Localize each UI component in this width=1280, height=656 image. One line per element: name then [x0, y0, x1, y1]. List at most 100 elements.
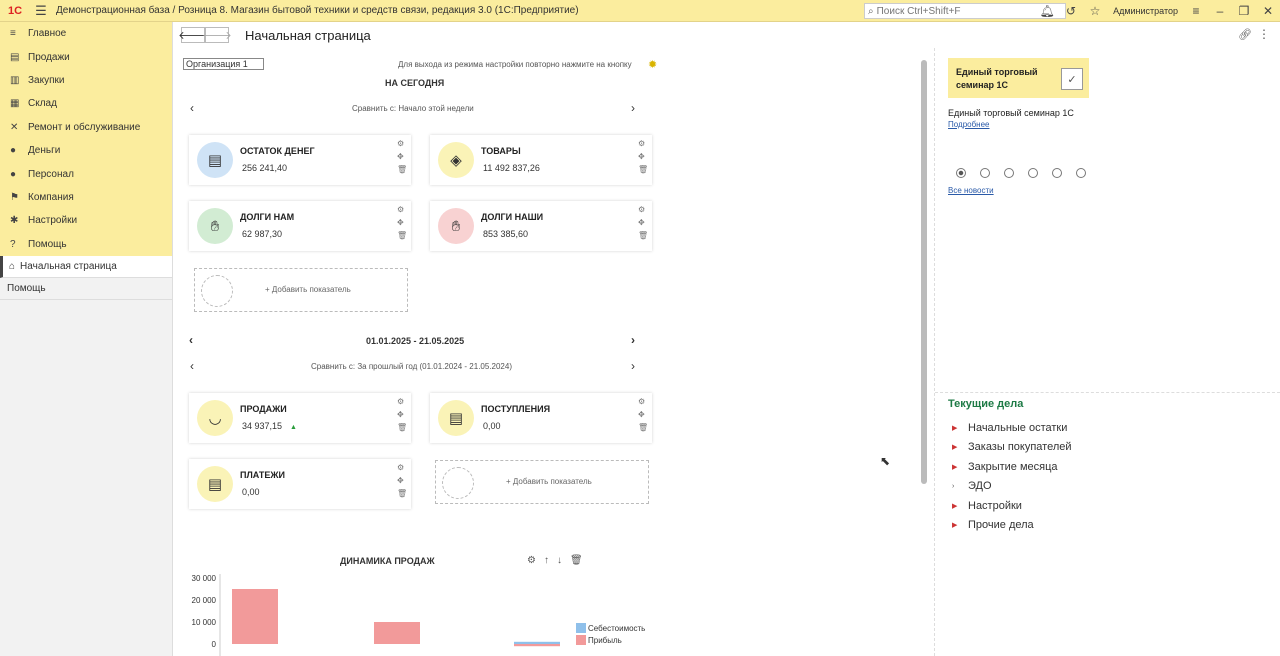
- move-icon[interactable]: ✥: [397, 152, 407, 161]
- legend-item-profit: Прибыль: [576, 634, 645, 646]
- next-compare-arrow[interactable]: ›: [631, 359, 635, 373]
- gear-icon[interactable]: ⚙: [397, 205, 407, 214]
- card-cash-balance[interactable]: ▤ ОСТАТОК ДЕНЕГ 256 241,40 ⚙ ✥ 🗑︎: [189, 135, 411, 185]
- page-header: 🡐 🡒 Начальная страница 🔗︎ ⋮: [174, 22, 1280, 48]
- open-window-help[interactable]: Помощь: [0, 278, 172, 300]
- carousel-dot[interactable]: [1076, 168, 1086, 178]
- move-icon[interactable]: ✥: [397, 476, 407, 485]
- search-input[interactable]: [876, 5, 1057, 17]
- card-goods[interactable]: ◈ ТОВАРЫ 11 492 837,26 ⚙ ✥ 🗑︎: [430, 135, 652, 185]
- task-item[interactable]: ▶ Начальные остатки: [952, 418, 1072, 438]
- gear-icon[interactable]: ⚙: [397, 463, 407, 472]
- card-receipts[interactable]: ▤ ПОСТУПЛЕНИЯ 0,00 ⚙ ✥ 🗑︎: [430, 393, 652, 443]
- user-name[interactable]: Администратор: [1113, 6, 1178, 16]
- arrow-up-icon[interactable]: ↑: [544, 555, 549, 566]
- next-date-arrow[interactable]: ›: [631, 333, 635, 347]
- restore-icon[interactable]: ❐: [1232, 4, 1256, 18]
- move-icon[interactable]: ✥: [638, 152, 648, 161]
- card-receivables[interactable]: ✋︎ ДОЛГИ НАМ 62 987,30 ⚙ ✥ 🗑︎: [189, 201, 411, 251]
- chart-legend: Себестоимость Прибыль: [576, 622, 645, 646]
- sidebar-item-money[interactable]: ● Деньги: [0, 139, 172, 162]
- move-icon[interactable]: ✥: [638, 218, 648, 227]
- all-news-link[interactable]: Все новости: [948, 186, 994, 195]
- prev-period-arrow[interactable]: ‹: [190, 101, 194, 115]
- prev-date-arrow[interactable]: ‹: [189, 333, 193, 347]
- trash-icon[interactable]: 🗑︎: [638, 231, 648, 240]
- minimize-icon[interactable]: –: [1208, 4, 1232, 18]
- open-window-home[interactable]: ⌂ Начальная страница: [0, 255, 172, 278]
- help-icon: ?: [10, 238, 16, 250]
- carousel-dot[interactable]: [1028, 168, 1038, 178]
- warehouse-icon: ▦: [10, 98, 20, 110]
- trash-icon[interactable]: 🗑︎: [397, 489, 407, 498]
- gear-icon[interactable]: ⚙: [397, 397, 407, 406]
- sidebar-item-help[interactable]: ? Помощь: [0, 233, 172, 256]
- task-item[interactable]: ▶ Закрытие месяца: [952, 457, 1072, 477]
- add-indicator-button[interactable]: + Добавить показатель: [194, 268, 408, 312]
- move-icon[interactable]: ✥: [397, 218, 407, 227]
- task-item[interactable]: ▶ Настройки: [952, 496, 1072, 516]
- gear-icon[interactable]: ⚙: [527, 555, 536, 566]
- carousel-dot[interactable]: [956, 168, 966, 178]
- task-item[interactable]: ▶ Заказы покупателей: [952, 438, 1072, 458]
- next-period-arrow[interactable]: ›: [631, 101, 635, 115]
- scrollbar[interactable]: [921, 60, 927, 484]
- more-icon[interactable]: ⋮: [1258, 27, 1270, 41]
- bar-profit: [514, 644, 560, 647]
- sidebar-item-repair[interactable]: ✕ Ремонт и обслуживание: [0, 116, 172, 139]
- current-tasks-title: Текущие дела: [948, 398, 1024, 410]
- add-indicator-button-2[interactable]: + Добавить показатель: [435, 460, 649, 504]
- setup-gear-icon[interactable]: ✹: [648, 58, 657, 71]
- basket-icon: ◡: [197, 400, 233, 436]
- period-range[interactable]: 01.01.2025 - 21.05.2025: [366, 336, 464, 346]
- bell-icon[interactable]: 🔔︎: [1035, 4, 1059, 18]
- card-payables[interactable]: ✋︎ ДОЛГИ НАШИ 853 385,60 ⚙ ✥ 🗑︎: [430, 201, 652, 251]
- card-payments[interactable]: ▤ ПЛАТЕЖИ 0,00 ⚙ ✥ 🗑︎: [189, 459, 411, 509]
- forward-button[interactable]: 🡒: [202, 27, 232, 43]
- settings-menu-icon[interactable]: ≡: [1184, 4, 1208, 18]
- sidebar-item-sales[interactable]: ▤ Продажи: [0, 45, 172, 68]
- sidebar-item-company[interactable]: ⚑ Компания: [0, 186, 172, 209]
- task-item[interactable]: ▶ Прочие дела: [952, 516, 1072, 536]
- carousel-dot[interactable]: [1052, 168, 1062, 178]
- trash-icon[interactable]: 🗑︎: [397, 165, 407, 174]
- trash-icon[interactable]: 🗑︎: [397, 423, 407, 432]
- arrow-down-icon[interactable]: ↓: [557, 555, 562, 566]
- trash-icon[interactable]: 🗑︎: [638, 423, 648, 432]
- history-icon[interactable]: ↺: [1059, 4, 1083, 18]
- prev-compare-arrow[interactable]: ‹: [190, 359, 194, 373]
- today-heading: НА СЕГОДНЯ: [385, 78, 445, 88]
- search-icon: ⌕: [868, 5, 874, 17]
- carousel-dot[interactable]: [980, 168, 990, 178]
- star-icon[interactable]: ☆: [1083, 4, 1107, 18]
- carousel-dot[interactable]: [1004, 168, 1014, 178]
- main-menu-icon[interactable]: ☰: [30, 3, 52, 19]
- y-tick-label: 10 000: [192, 618, 217, 627]
- gear-icon[interactable]: ⚙: [638, 205, 648, 214]
- news-banner[interactable]: Единый торговый семинар 1С ✓: [948, 58, 1089, 98]
- move-icon[interactable]: ✥: [638, 410, 648, 419]
- gear-icon[interactable]: ⚙: [397, 139, 407, 148]
- close-icon[interactable]: ✕: [1256, 4, 1280, 18]
- more-link[interactable]: Подробнее: [948, 120, 990, 129]
- banknotes-icon: ▤: [197, 142, 233, 178]
- card-sales[interactable]: ◡ ПРОДАЖИ 34 937,15 ▲ ⚙ ✥ 🗑︎: [189, 393, 411, 443]
- sidebar-item-purchases[interactable]: ▥ Закупки: [0, 69, 172, 92]
- trash-icon[interactable]: 🗑︎: [570, 555, 583, 566]
- y-tick-label: 20 000: [192, 596, 217, 605]
- sidebar-item-settings[interactable]: ✱ Настройки: [0, 209, 172, 232]
- move-icon[interactable]: ✥: [397, 410, 407, 419]
- settings-hint: Для выхода из режима настройки повторно …: [398, 60, 632, 69]
- triangle-right-icon: ▶: [952, 424, 958, 432]
- hand-coin-icon: ✋︎: [197, 208, 233, 244]
- sidebar-item-staff[interactable]: ● Персонал: [0, 162, 172, 185]
- trash-icon[interactable]: 🗑︎: [638, 165, 648, 174]
- sidebar-item-main[interactable]: ≡ Главное: [0, 22, 172, 45]
- task-item[interactable]: › ЭДО: [952, 477, 1072, 497]
- sidebar-item-warehouse[interactable]: ▦ Склад: [0, 92, 172, 115]
- organization-field[interactable]: Организация 1: [183, 58, 264, 70]
- gear-icon[interactable]: ⚙: [638, 397, 648, 406]
- gear-icon[interactable]: ⚙: [638, 139, 648, 148]
- link-icon[interactable]: 🔗︎: [1238, 28, 1252, 41]
- trash-icon[interactable]: 🗑︎: [397, 231, 407, 240]
